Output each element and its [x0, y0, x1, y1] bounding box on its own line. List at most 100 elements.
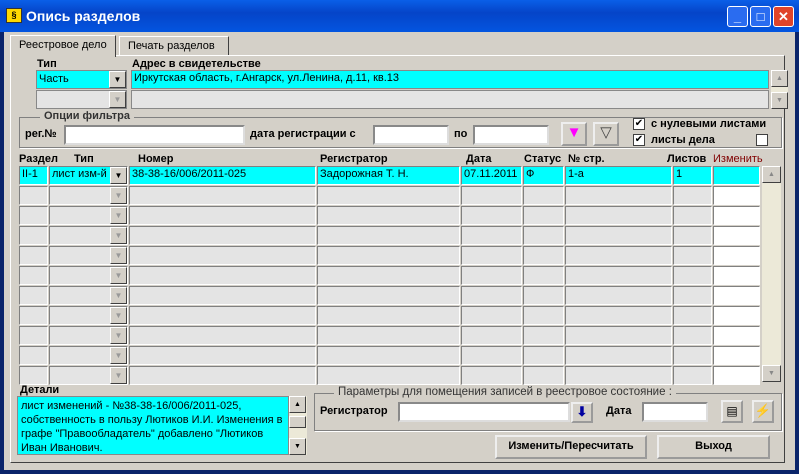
column-header[interactable]: Тип — [74, 153, 94, 165]
date-to-input[interactable] — [473, 125, 549, 145]
column-header[interactable]: Раздел — [19, 153, 58, 165]
chevron-down-icon[interactable]: ▼ — [110, 247, 127, 264]
cell-sheets[interactable] — [673, 206, 712, 225]
cell-sheets[interactable] — [673, 346, 712, 365]
cell-sheets[interactable] — [673, 326, 712, 345]
cell-number[interactable] — [129, 186, 316, 205]
chevron-down-icon[interactable]: ▼ — [110, 267, 127, 284]
cell-page[interactable] — [565, 226, 672, 245]
cell-date[interactable] — [461, 226, 522, 245]
cell-change[interactable] — [713, 266, 760, 285]
reg-number-input[interactable] — [64, 125, 245, 145]
cell-status[interactable] — [523, 246, 564, 265]
column-header[interactable]: № стр. — [568, 153, 605, 165]
column-header[interactable]: Изменить — [713, 153, 763, 165]
column-header[interactable]: Листов — [667, 153, 706, 165]
cell-registrar[interactable] — [317, 306, 460, 325]
chevron-down-icon[interactable]: ▼ — [110, 347, 127, 364]
minimize-button[interactable]: _ — [727, 6, 748, 27]
address-field-2[interactable] — [131, 90, 769, 109]
cell-change[interactable] — [713, 246, 760, 265]
scroll-up-icon[interactable]: ▲ — [289, 396, 306, 413]
chevron-down-icon[interactable]: ▼ — [110, 307, 127, 324]
cell-registrar[interactable] — [317, 366, 460, 385]
cell-change[interactable] — [713, 186, 760, 205]
column-header[interactable]: Статус — [524, 153, 561, 165]
cell-status[interactable] — [523, 226, 564, 245]
chevron-down-icon[interactable]: ▼ — [110, 327, 127, 344]
tab-print-sections[interactable]: Печать разделов — [119, 36, 229, 56]
cell-sheets[interactable] — [673, 246, 712, 265]
column-header[interactable]: Номер — [138, 153, 174, 165]
cell-change[interactable] — [713, 206, 760, 225]
chevron-down-icon[interactable]: ▼ — [110, 367, 127, 384]
cell-date[interactable] — [461, 306, 522, 325]
cell-change[interactable] — [713, 326, 760, 345]
cell-page[interactable] — [565, 326, 672, 345]
cell-page[interactable] — [565, 266, 672, 285]
cell-status[interactable] — [523, 206, 564, 225]
cell-number[interactable] — [129, 306, 316, 325]
scroll-up-icon[interactable]: ▲ — [771, 70, 788, 87]
zero-sheets-checkbox[interactable]: ✔ — [633, 118, 645, 130]
cell-section[interactable] — [19, 186, 48, 205]
cell-page[interactable] — [565, 186, 672, 205]
registrar-input[interactable] — [398, 402, 570, 422]
report-button[interactable]: ▤ — [721, 400, 743, 423]
scroll-up-icon[interactable]: ▲ — [762, 166, 781, 183]
close-button[interactable]: ✕ — [773, 6, 794, 27]
address-scrollbar[interactable]: ▲ ▼ — [771, 70, 788, 109]
cell-status[interactable]: Ф — [523, 166, 564, 185]
date-from-input[interactable] — [373, 125, 449, 145]
cell-section[interactable] — [19, 306, 48, 325]
cell-date[interactable] — [461, 206, 522, 225]
cell-sheets[interactable] — [673, 186, 712, 205]
extra-checkbox[interactable] — [756, 134, 768, 146]
cell-sheets[interactable] — [673, 366, 712, 385]
column-header[interactable]: Дата — [466, 153, 491, 165]
cell-page[interactable] — [565, 206, 672, 225]
chevron-down-icon[interactable]: ▼ — [109, 71, 126, 88]
cell-status[interactable] — [523, 266, 564, 285]
cell-registrar[interactable] — [317, 186, 460, 205]
cell-number[interactable] — [129, 366, 316, 385]
cell-registrar[interactable] — [317, 326, 460, 345]
chevron-down-icon[interactable]: ▼ — [110, 207, 127, 224]
cell-sheets[interactable]: 1 — [673, 166, 712, 185]
cell-status[interactable] — [523, 326, 564, 345]
cell-change[interactable] — [713, 166, 760, 185]
cell-date[interactable] — [461, 346, 522, 365]
cell-number[interactable] — [129, 326, 316, 345]
cell-page[interactable] — [565, 306, 672, 325]
apply-filter-button[interactable]: ▼ — [561, 122, 587, 146]
cell-change[interactable] — [713, 226, 760, 245]
cell-sheets[interactable] — [673, 266, 712, 285]
cell-section[interactable]: II-1 — [19, 166, 48, 185]
registrar-dropdown-button[interactable]: ⬇ — [571, 402, 593, 423]
cell-status[interactable] — [523, 366, 564, 385]
cell-date[interactable] — [461, 366, 522, 385]
chevron-down-icon[interactable]: ▼ — [110, 187, 127, 204]
cell-number[interactable] — [129, 206, 316, 225]
chevron-down-icon[interactable]: ▼ — [110, 227, 127, 244]
cell-section[interactable] — [19, 266, 48, 285]
cell-number[interactable] — [129, 346, 316, 365]
address-field[interactable]: Иркутская область, г.Ангарск, ул.Ленина,… — [131, 70, 769, 89]
cell-number[interactable] — [129, 266, 316, 285]
scroll-down-icon[interactable]: ▼ — [771, 92, 788, 109]
cell-date[interactable] — [461, 246, 522, 265]
cell-page[interactable] — [565, 346, 672, 365]
execute-button[interactable]: ⚡ — [752, 400, 774, 423]
cell-section[interactable] — [19, 226, 48, 245]
scroll-thumb[interactable] — [289, 416, 306, 428]
cell-status[interactable] — [523, 306, 564, 325]
cell-status[interactable] — [523, 346, 564, 365]
cell-page[interactable] — [565, 246, 672, 265]
cell-sheets[interactable] — [673, 306, 712, 325]
clear-filter-button[interactable]: ▽ — [593, 122, 619, 146]
cell-change[interactable] — [713, 366, 760, 385]
cell-section[interactable] — [19, 246, 48, 265]
cell-date[interactable] — [461, 186, 522, 205]
column-header[interactable]: Регистратор — [320, 153, 388, 165]
cell-section[interactable] — [19, 346, 48, 365]
